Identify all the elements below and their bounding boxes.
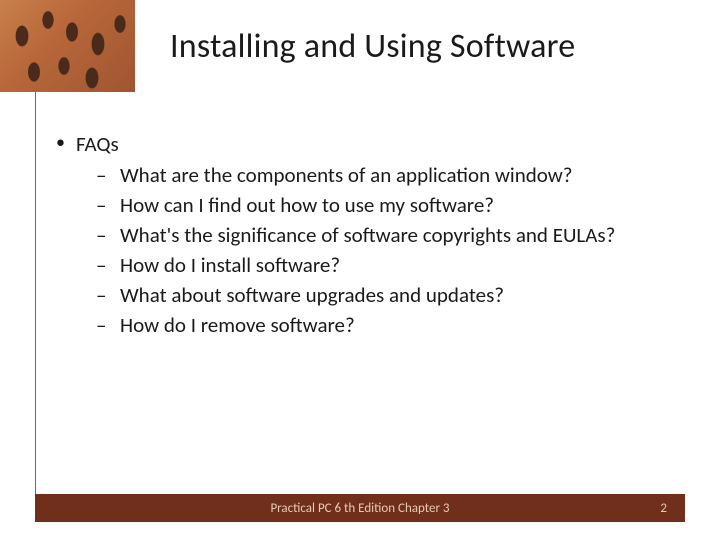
decorative-corner-image [0,0,135,92]
footer-bar: Practical PC 6 th Edition Chapter 3 2 [35,494,685,522]
bullet-level2: What's the significance of software copy… [54,221,694,250]
slide-title: Installing and Using Software [170,26,700,67]
content-body: FAQs What are the components of an appli… [54,130,694,341]
slide: Installing and Using Software FAQs What … [0,0,720,540]
faq-item: What's the significance of software copy… [120,222,615,248]
faq-item: What about software upgrades and updates… [120,282,504,308]
slide-number: 2 [660,501,667,516]
bullet-level2: What about software upgrades and updates… [54,281,694,310]
bullet-level1: FAQs [54,130,694,159]
footer-text: Practical PC 6 th Edition Chapter 3 [35,501,685,516]
bullet-label: FAQs [76,131,119,157]
vertical-divider [35,92,36,496]
bullet-level2: How do I install software? [54,251,694,280]
faq-item: How do I install software? [120,252,340,278]
bullet-level2: What are the components of an applicatio… [54,161,694,190]
faq-item: How do I remove software? [120,312,355,338]
faq-item: How can I find out how to use my softwar… [120,192,494,218]
bullet-level2: How can I find out how to use my softwar… [54,191,694,220]
bullet-level2: How do I remove software? [54,311,694,340]
faq-item: What are the components of an applicatio… [120,162,573,188]
